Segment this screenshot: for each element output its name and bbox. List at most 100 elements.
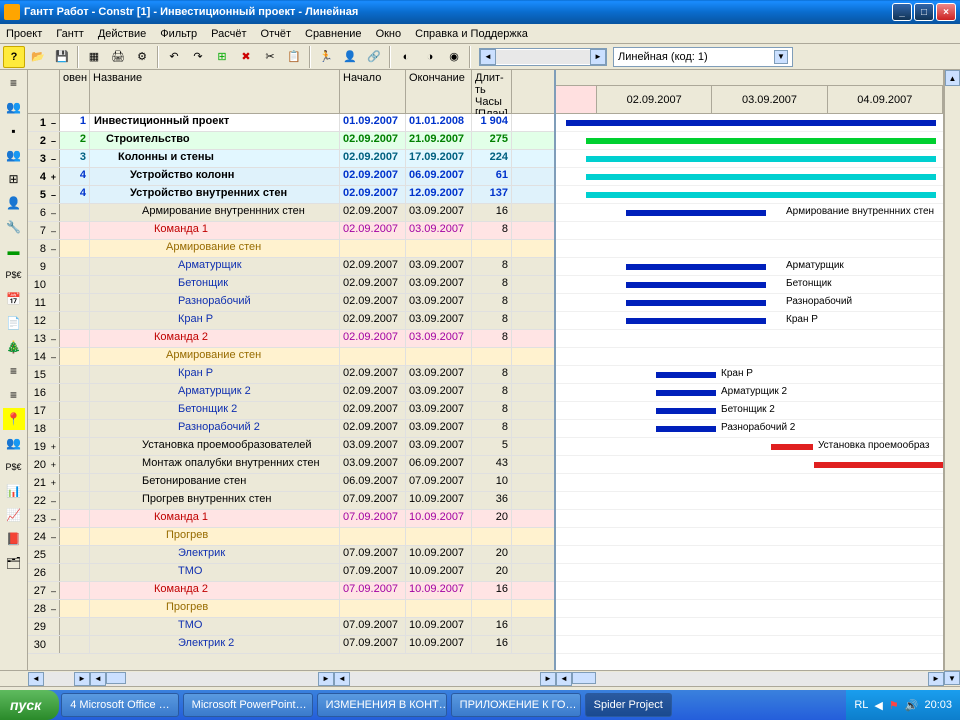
start-button[interactable]: пуск xyxy=(0,690,59,720)
menu-Фильтр[interactable]: Фильтр xyxy=(160,28,197,40)
gantt-bar[interactable] xyxy=(771,444,813,450)
col-num[interactable] xyxy=(28,70,60,113)
table-row[interactable]: 2–2Строительство02.09.200721.09.2007275 xyxy=(28,132,554,150)
calc1-icon[interactable]: ◐ xyxy=(395,46,417,68)
col-duration[interactable]: Длит-тьЧасы[План] xyxy=(472,70,512,113)
help-icon[interactable]: ? xyxy=(3,46,25,68)
system-tray[interactable]: RL ◀ ⚑ 🔊 20:03 xyxy=(846,690,960,720)
table-row[interactable]: 12Кран Р02.09.200703.09.20078 xyxy=(28,312,554,330)
lbtn-17[interactable]: P$€ xyxy=(3,456,25,478)
scroll-left-icon[interactable]: ◄ xyxy=(28,672,44,686)
grid-icon[interactable]: ▦ xyxy=(83,46,105,68)
table-row[interactable]: 6–Армирование внутреннних стен02.09.2007… xyxy=(28,204,554,222)
lbtn-1[interactable]: ≡ xyxy=(3,72,25,94)
cut-icon[interactable]: ✂ xyxy=(259,46,281,68)
calc2-icon[interactable]: ◑ xyxy=(419,46,441,68)
lbtn-4[interactable]: 👥 xyxy=(3,144,25,166)
view-combo[interactable]: Линейная (код: 1) ▼ xyxy=(613,47,793,67)
lbtn-21[interactable]: 🗂 xyxy=(3,552,25,574)
close-button[interactable]: × xyxy=(936,3,956,21)
table-row[interactable]: 20+Монтаж опалубки внутренних стен03.09.… xyxy=(28,456,554,474)
gantt-bar[interactable] xyxy=(656,426,716,432)
tray-icon[interactable]: ◀ xyxy=(874,699,882,712)
lbtn-11[interactable]: 📄 xyxy=(3,312,25,334)
taskbar-button[interactable]: ИЗМЕНЕНИЯ В КОНТ… xyxy=(317,693,447,717)
link-icon[interactable]: 🔗 xyxy=(363,46,385,68)
menu-Окно[interactable]: Окно xyxy=(376,28,402,40)
gantt-bar[interactable] xyxy=(814,462,943,468)
minimize-button[interactable]: _ xyxy=(892,3,912,21)
timeline-scroll[interactable]: ◄► xyxy=(479,48,607,66)
table-row[interactable]: 26ТМО07.09.200710.09.200720 xyxy=(28,564,554,582)
table-row[interactable]: 21+Бетонирование стен06.09.200707.09.200… xyxy=(28,474,554,492)
taskbar-button[interactable]: 4 Microsoft Office … xyxy=(61,693,178,717)
lbtn-9[interactable]: P$€ xyxy=(3,264,25,286)
gantt-bar[interactable] xyxy=(586,174,936,180)
lbtn-20[interactable]: 📕 xyxy=(3,528,25,550)
excel-icon[interactable]: ⊞ xyxy=(211,46,233,68)
table-row[interactable]: 24–Прогрев xyxy=(28,528,554,546)
tray-icon[interactable]: ⚑ xyxy=(889,699,899,712)
gantt-bar[interactable] xyxy=(626,264,766,270)
gantt-bar[interactable] xyxy=(566,120,936,126)
menu-Справка и Поддержка[interactable]: Справка и Поддержка xyxy=(415,28,528,40)
taskbar-button[interactable]: Microsoft PowerPoint… xyxy=(183,693,313,717)
calc3-icon[interactable]: ◉ xyxy=(443,46,465,68)
lbtn-18[interactable]: 📊 xyxy=(3,480,25,502)
tray-icon[interactable]: 🔊 xyxy=(905,699,919,712)
col-name[interactable]: Название xyxy=(90,70,340,113)
gantt-bar[interactable] xyxy=(656,390,716,396)
gantt-bar[interactable] xyxy=(626,210,766,216)
lbtn-15[interactable]: 📍 xyxy=(3,408,25,430)
table-row[interactable]: 11Разнорабочий02.09.200703.09.20078 xyxy=(28,294,554,312)
col-level[interactable]: овен xyxy=(60,70,90,113)
gantt-bar[interactable] xyxy=(586,156,936,162)
col-start[interactable]: Начало xyxy=(340,70,406,113)
menu-Расчёт[interactable]: Расчёт xyxy=(211,28,246,40)
table-row[interactable]: 22–Прогрев внутренних стен07.09.200710.0… xyxy=(28,492,554,510)
gantt-bar[interactable] xyxy=(626,318,766,324)
undo-icon[interactable]: ↶ xyxy=(163,46,185,68)
lbtn-14[interactable]: ≡ xyxy=(3,384,25,406)
table-row[interactable]: 7–Команда 102.09.200703.09.20078 xyxy=(28,222,554,240)
date-header[interactable]: 02.09.2007 xyxy=(597,86,712,113)
table-row[interactable]: 23–Команда 107.09.200710.09.200720 xyxy=(28,510,554,528)
print-icon[interactable]: 🖨 xyxy=(107,46,129,68)
lbtn-19[interactable]: 📈 xyxy=(3,504,25,526)
table-row[interactable]: 3–3Колонны и стены02.09.200717.09.200722… xyxy=(28,150,554,168)
col-end[interactable]: Окончание xyxy=(406,70,472,113)
run-icon[interactable]: 🏃 xyxy=(315,46,337,68)
table-row[interactable]: 27–Команда 207.09.200710.09.200716 xyxy=(28,582,554,600)
settings-icon[interactable]: ⚙ xyxy=(131,46,153,68)
table-row[interactable]: 28–Прогрев xyxy=(28,600,554,618)
lbtn-6[interactable]: 👤 xyxy=(3,192,25,214)
table-row[interactable]: 10Бетонщик02.09.200703.09.20078 xyxy=(28,276,554,294)
table-row[interactable]: 25Электрик07.09.200710.09.200720 xyxy=(28,546,554,564)
lbtn-16[interactable]: 👥 xyxy=(3,432,25,454)
lbtn-2[interactable]: 👥 xyxy=(3,96,25,118)
chevron-down-icon[interactable]: ▼ xyxy=(774,50,788,64)
gantt-bar[interactable] xyxy=(656,408,716,414)
lbtn-5[interactable]: ⊞ xyxy=(3,168,25,190)
table-row[interactable]: 18Разнорабочий 202.09.200703.09.20078 xyxy=(28,420,554,438)
taskbar-button[interactable]: Spider Project xyxy=(585,693,672,717)
lbtn-3[interactable]: ▪ xyxy=(3,120,25,142)
redo-icon[interactable]: ↷ xyxy=(187,46,209,68)
gantt-bar[interactable] xyxy=(656,372,716,378)
lbtn-10[interactable]: 📅 xyxy=(3,288,25,310)
date-header[interactable]: 03.09.2007 xyxy=(712,86,827,113)
lbtn-13[interactable]: ≡ xyxy=(3,360,25,382)
table-row[interactable]: 9Арматурщик02.09.200703.09.20078 xyxy=(28,258,554,276)
table-row[interactable]: 19+Установка проемообразователей03.09.20… xyxy=(28,438,554,456)
scroll-right-icon[interactable]: ► xyxy=(74,672,90,686)
open-icon[interactable]: 📂 xyxy=(27,46,49,68)
vertical-scrollbar[interactable]: ▲ xyxy=(944,70,960,670)
menu-Сравнение[interactable]: Сравнение xyxy=(305,28,362,40)
save-icon[interactable]: 💾 xyxy=(51,46,73,68)
gantt-bar[interactable] xyxy=(626,300,766,306)
table-row[interactable]: 14–Армирование стен xyxy=(28,348,554,366)
table-row[interactable]: 13–Команда 202.09.200703.09.20078 xyxy=(28,330,554,348)
menu-Гантт[interactable]: Гантт xyxy=(56,28,84,40)
table-row[interactable]: 29ТМО07.09.200710.09.200716 xyxy=(28,618,554,636)
delete-icon[interactable]: ✖ xyxy=(235,46,257,68)
